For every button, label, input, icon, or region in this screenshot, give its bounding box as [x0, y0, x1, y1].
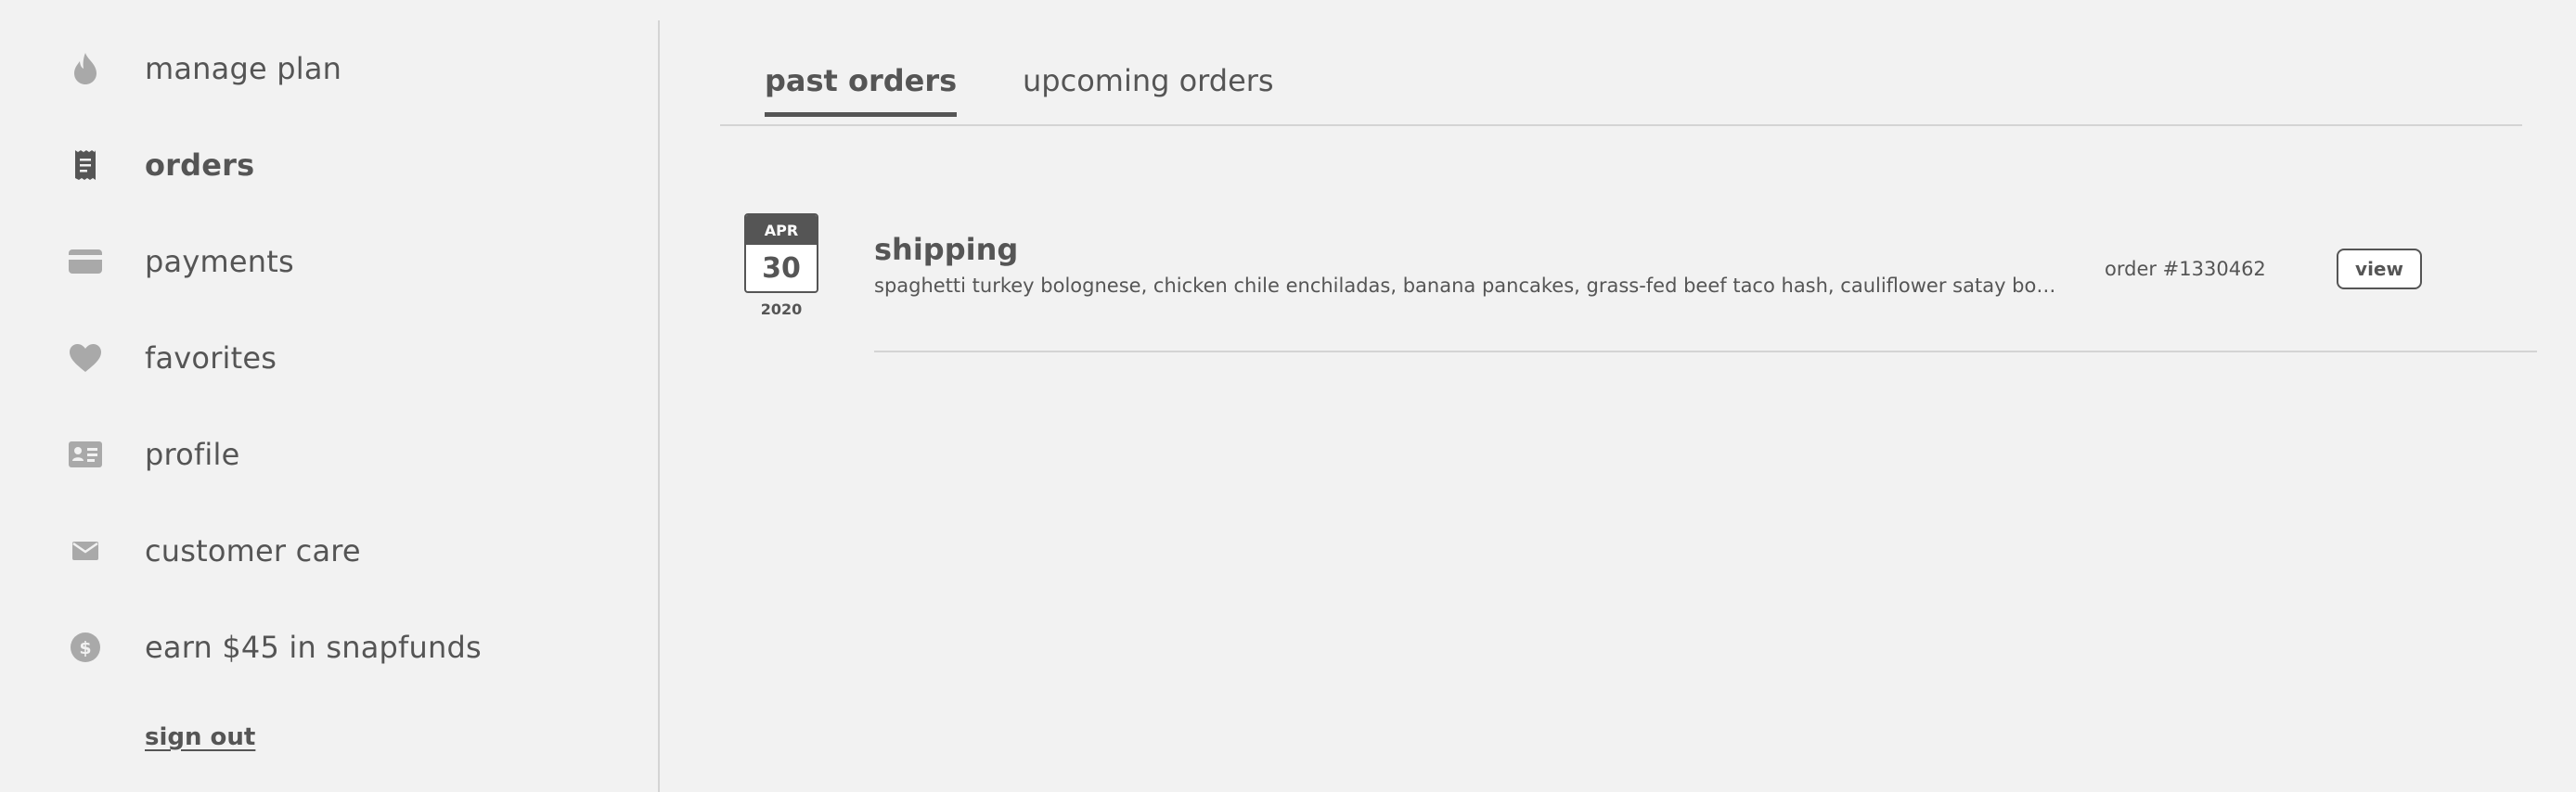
order-items: spaghetti turkey bolognese, chicken chil… — [874, 275, 2071, 297]
sidebar-item-label: manage plan — [145, 51, 342, 86]
tab-upcoming-orders[interactable]: upcoming orders — [1023, 63, 1274, 115]
tab-label: upcoming orders — [1023, 63, 1274, 98]
sidebar-item-favorites[interactable]: favorites — [0, 326, 650, 390]
sidebar-item-label: favorites — [145, 340, 277, 376]
envelope-icon — [67, 532, 104, 569]
order-number: order #1330462 — [2105, 258, 2266, 280]
sidebar-divider — [658, 20, 660, 792]
sidebar-item-label: orders — [145, 147, 255, 183]
sidebar-item-manage-plan[interactable]: manage plan — [0, 36, 650, 101]
sidebar-item-snapfunds[interactable]: $ earn $45 in snapfunds — [0, 615, 650, 680]
order-tabs: past orders upcoming orders — [720, 52, 2522, 126]
account-page: manage plan orders payments favorites pr… — [0, 0, 2576, 792]
sidebar-item-payments[interactable]: payments — [0, 229, 650, 294]
main-content: past orders upcoming orders APR 30 2020 … — [661, 0, 2576, 792]
order-title: shipping — [874, 232, 1019, 267]
calendar-icon: APR 30 — [744, 213, 818, 293]
sidebar-item-orders[interactable]: orders — [0, 133, 650, 198]
date-year: 2020 — [760, 300, 803, 318]
flame-icon — [67, 50, 104, 87]
svg-text:$: $ — [79, 638, 91, 658]
sidebar-item-label: profile — [145, 437, 240, 472]
sign-out-link[interactable]: sign out — [145, 723, 255, 751]
sidebar-nav: manage plan orders payments favorites pr… — [0, 0, 659, 792]
sidebar-item-profile[interactable]: profile — [0, 422, 650, 487]
credit-card-icon — [67, 243, 104, 280]
date-day: 30 — [762, 251, 801, 285]
sidebar-item-label: earn $45 in snapfunds — [145, 630, 482, 665]
tab-past-orders[interactable]: past orders — [765, 63, 958, 117]
dollar-coin-icon: $ — [67, 629, 104, 666]
active-tab-indicator — [765, 112, 958, 117]
date-month: APR — [746, 215, 817, 245]
order-row: APR 30 2020 shipping spaghetti turkey bo… — [744, 213, 2544, 352]
id-card-icon — [67, 436, 104, 473]
heart-icon — [67, 339, 104, 377]
sidebar-item-label: payments — [145, 244, 294, 279]
sidebar-item-label: customer care — [145, 533, 361, 568]
order-divider — [874, 351, 2537, 352]
receipt-icon — [67, 147, 104, 184]
tab-label: past orders — [765, 63, 958, 98]
view-order-button[interactable]: view — [2337, 249, 2422, 289]
sidebar-item-customer-care[interactable]: customer care — [0, 518, 650, 583]
date-badge: APR 30 2020 — [744, 213, 818, 318]
